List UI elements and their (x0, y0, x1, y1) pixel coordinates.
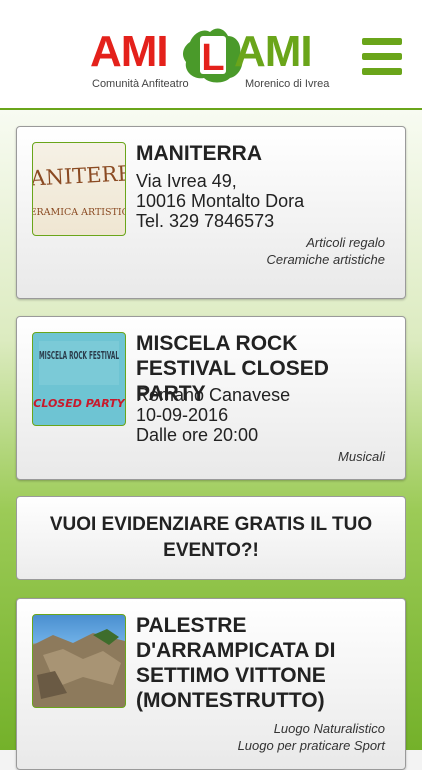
listing-card-palestre[interactable]: PALESTRE D'ARRAMPICATA DI SETTIMO VITTON… (16, 598, 406, 770)
logo-text-middle: L (201, 37, 224, 79)
time-line: Dalle ore 20:00 (136, 425, 259, 445)
listing-card-maniterra[interactable]: MANITERRA CERAMICA ARTISTICA MANITERRA V… (16, 126, 406, 299)
promote-event-label: VUOI EVIDENZIARE GRATIS IL TUO EVENTO?! (49, 514, 373, 561)
listing-card-miscela-rock[interactable]: MISCELA ROCK FESTIVAL CLOSED PARTY MISCE… (16, 316, 406, 480)
logo-text-left: AMI (90, 27, 169, 76)
category-tag: Luogo per praticare Sport (237, 738, 385, 753)
listing-image-maniterra: MANITERRA CERAMICA ARTISTICA (32, 142, 126, 236)
app-logo[interactable]: AMI L AMI Comunità Anfiteatro Morenico d… (90, 26, 335, 96)
location-line: Romano Canavese (136, 385, 291, 405)
listing-image-palestre (32, 614, 126, 708)
city-line: 10016 Montalto Dora (136, 191, 305, 211)
promote-event-button[interactable]: VUOI EVIDENZIARE GRATIS IL TUO EVENTO?! (16, 496, 406, 580)
logo-subtitle-right: Morenico di Ivrea (245, 78, 330, 90)
date-line: 10-09-2016 (136, 405, 229, 425)
image-text-bottom: CERAMICA ARTISTICA (33, 207, 125, 218)
listing-categories: Luogo Naturalistico Luogo per praticare … (238, 720, 385, 754)
listing-feed[interactable]: MANITERRA CERAMICA ARTISTICA MANITERRA V… (0, 110, 422, 770)
logo-text-right: AMI (234, 27, 313, 76)
listing-categories: Articoli regalo Ceramiche artistiche (267, 234, 386, 268)
logo-subtitle-left: Comunità Anfiteatro (92, 78, 189, 90)
image-text-top: MISCELA ROCK FESTIVAL (39, 349, 119, 362)
hamburger-menu-icon[interactable] (360, 36, 404, 76)
category-tag: Ceramiche artistiche (266, 252, 386, 267)
listing-categories: Musicali (338, 448, 385, 465)
listing-details: Via Ivrea 49, 10016 Montalto Dora Tel. 3… (136, 171, 398, 231)
listing-title: MANITERRA (136, 142, 262, 165)
app-header: AMI L AMI Comunità Anfiteatro Morenico d… (0, 0, 422, 110)
phone-line: Tel. 329 7846573 (136, 211, 275, 231)
listing-title: PALESTRE D'ARRAMPICATA DI SETTIMO VITTON… (136, 614, 336, 712)
listing-details: Romano Canavese 10-09-2016 Dalle ore 20:… (136, 385, 398, 445)
image-text-bottom: CLOSED PARTY (33, 397, 125, 410)
listing-image-miscela-rock: MISCELA ROCK FESTIVAL CLOSED PARTY (32, 332, 126, 426)
category-tag: Musicali (338, 449, 385, 464)
category-tag: Luogo Naturalistico (273, 721, 385, 736)
category-tag: Articoli regalo (306, 235, 385, 250)
address-line: Via Ivrea 49, (136, 171, 237, 191)
image-text-top: MANITERRA (33, 160, 125, 191)
